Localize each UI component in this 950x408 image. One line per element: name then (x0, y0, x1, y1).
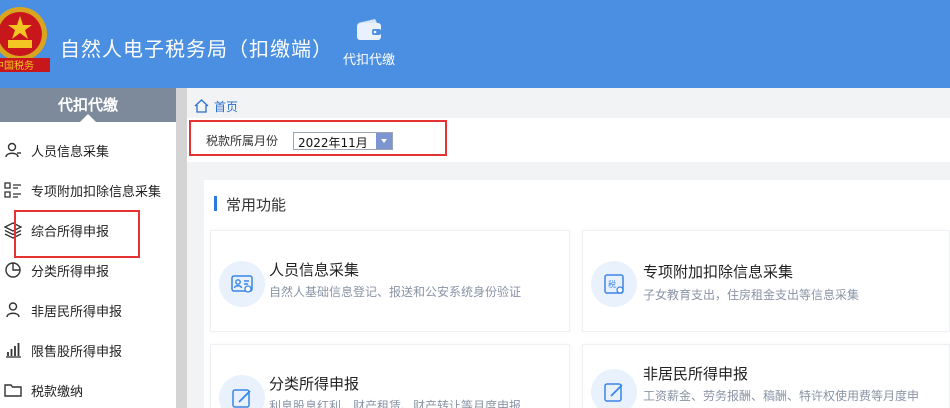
card-special-deduction-collection[interactable]: 税 专项附加扣除信息采集 子女教育支出，住房租金支出等信息采集 (582, 230, 950, 332)
national-emblem-icon: 中国税务 (0, 0, 50, 88)
card-nonresident-income[interactable]: 非居民所得申报 工资薪金、劳务报酬、稿酬、特许权使用费等月度申 (582, 344, 950, 408)
sidebar-item-label: 人员信息采集 (31, 144, 110, 160)
sidebar-item-personnel[interactable]: 人员信息采集 (0, 130, 176, 170)
sidebar-item-special-deduction[interactable]: 专项附加扣除信息采集 (0, 170, 176, 210)
svg-text:中国税务: 中国税务 (0, 59, 34, 72)
card-description: 工资薪金、劳务报酬、稿酬、特许权使用费等月度申 (643, 389, 920, 403)
edit-icon (604, 383, 623, 402)
sidebar-scrollbar[interactable] (176, 88, 187, 408)
card-icon-circle (219, 261, 265, 307)
pie-chart-icon (5, 262, 21, 278)
nav-withholding[interactable]: 代扣代缴 (334, 18, 404, 80)
sidebar-item-tax-payment[interactable]: 税款缴纳 (0, 370, 176, 408)
section-accent-bar (214, 196, 217, 211)
edit-icon (232, 389, 251, 408)
common-functions-panel: 常用功能 人员信息采集 自然人基础信息登记、报送和公安系统身份验证 税 专项附加… (204, 180, 950, 408)
card-title: 专项附加扣除信息采集 (643, 263, 794, 281)
sidebar-item-nonresident-income[interactable]: 非居民所得申报 (0, 290, 176, 330)
sidebar-item-label: 税款缴纳 (31, 384, 84, 400)
tax-form-icon: 税 (604, 274, 624, 294)
card-description: 自然人基础信息登记、报送和公安系统身份验证 (269, 285, 522, 299)
sidebar-heading: 代扣代缴 (0, 88, 176, 123)
bar-chart-icon (6, 343, 21, 358)
folder-icon (4, 384, 22, 397)
card-icon-circle: 税 (591, 261, 637, 307)
wallet-icon (357, 19, 381, 40)
card-icon-circle (591, 369, 637, 408)
card-title: 非居民所得申报 (643, 365, 749, 383)
person-icon (5, 142, 21, 158)
nav-withholding-label: 代扣代缴 (342, 53, 395, 68)
id-card-icon (231, 275, 253, 293)
card-title: 分类所得申报 (269, 375, 360, 393)
app-title: 自然人电子税务局（扣缴端） (60, 37, 333, 61)
sidebar-item-restricted-shares[interactable]: 限售股所得申报 (0, 330, 176, 370)
person-outline-icon (6, 302, 20, 318)
list-icon (4, 182, 21, 198)
sidebar-heading-notch (79, 114, 97, 123)
breadcrumb-home-link[interactable]: 首页 (214, 98, 238, 115)
sidebar-item-label: 专项附加扣除信息采集 (31, 184, 162, 200)
app-header: 中国税务 自然人电子税务局（扣缴端） 代扣代缴 (0, 0, 950, 88)
card-title: 人员信息采集 (269, 261, 360, 279)
card-personnel-collection[interactable]: 人员信息采集 自然人基础信息登记、报送和公安系统身份验证 (210, 230, 570, 332)
annotation-box-sidebar (14, 210, 140, 258)
svg-text:税: 税 (608, 279, 616, 289)
card-icon-circle (219, 375, 265, 408)
section-title: 常用功能 (226, 196, 287, 214)
sidebar-item-label: 限售股所得申报 (31, 344, 123, 360)
sidebar-item-label: 分类所得申报 (31, 264, 110, 280)
card-description: 子女教育支出，住房租金支出等信息采集 (643, 288, 860, 302)
home-icon (194, 99, 209, 113)
card-description: 利息股息红利、财产租赁、财产转让等月度申报 (269, 399, 522, 408)
sidebar-heading-label: 代扣代缴 (57, 96, 118, 114)
card-classified-income[interactable]: 分类所得申报 利息股息红利、财产租赁、财产转让等月度申报 (210, 344, 570, 408)
sidebar-item-label: 非居民所得申报 (31, 304, 123, 320)
breadcrumb: 首页 (194, 96, 238, 116)
annotation-box-filter (189, 120, 447, 156)
